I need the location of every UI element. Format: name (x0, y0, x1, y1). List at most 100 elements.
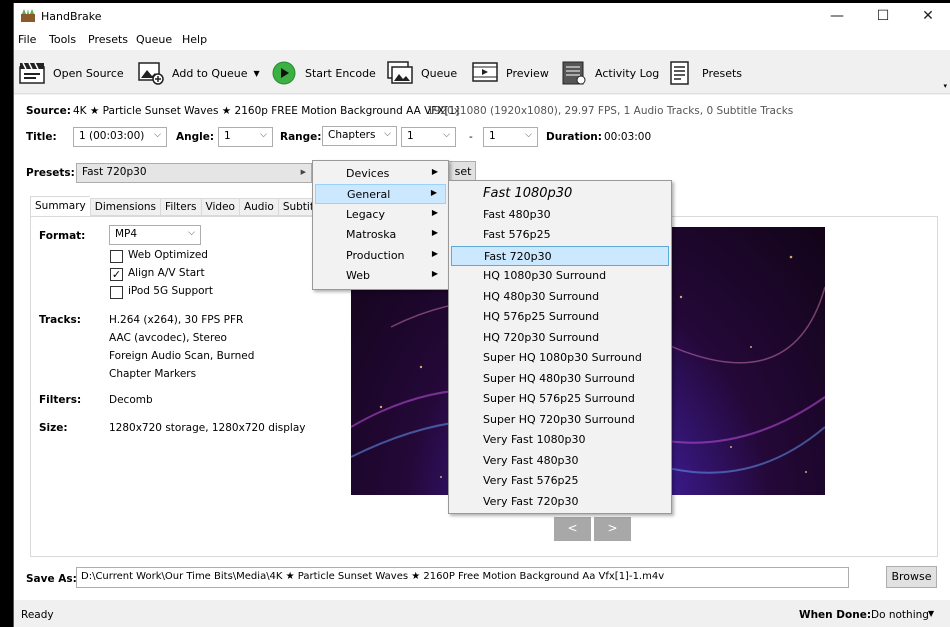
source-label: Source: (26, 105, 71, 117)
activity-log-icon (562, 61, 586, 85)
open-source-button[interactable]: Open Source (19, 60, 124, 86)
tab-filters[interactable]: Filters (160, 198, 201, 216)
menu-item-general-label: General (347, 188, 391, 201)
preview-label: Preview (506, 66, 549, 80)
tab-video[interactable]: Video (200, 198, 239, 216)
menu-bar: File Tools Presets Queue Help (14, 30, 950, 50)
tab-dimensions[interactable]: Dimensions (89, 198, 161, 216)
format-select[interactable]: MP4 ⌵ (109, 225, 201, 245)
chevron-down-icon[interactable]: ▼ (253, 69, 259, 78)
range-type-select[interactable]: Chapters ⌵ (322, 126, 397, 146)
menu-item-web[interactable]: Web ▶ (315, 266, 446, 286)
track-subtitle: Foreign Audio Scan, Burned (109, 350, 255, 362)
source-name: 4K ★ Particle Sunset Waves ★ 2160p FREE … (73, 105, 460, 117)
toolbar: Open Source Add to Queue ▼ Start Encode … (14, 52, 950, 94)
ipod-label: iPod 5G Support (128, 285, 213, 297)
menu-queue[interactable]: Queue (136, 33, 172, 46)
title-label: Title: (26, 131, 57, 143)
settings-tabs: Summary Dimensions Filters Video Audio S… (30, 196, 329, 216)
minimize-button[interactable]: — (814, 3, 860, 30)
preset-fast-720p30[interactable]: Fast 720p30 (451, 246, 669, 266)
tab-summary[interactable]: Summary (30, 196, 90, 216)
menu-item-matroska-label: Matroska (346, 228, 397, 241)
angle-select[interactable]: 1 ⌵ (218, 127, 273, 147)
filters-value: Decomb (109, 394, 153, 406)
preset-hq-480p30-surround[interactable]: HQ 480p30 Surround (451, 287, 669, 307)
chevron-down-icon: ⌵ (188, 228, 195, 238)
range-start-select[interactable]: 1 ⌵ (401, 127, 456, 147)
presets-select[interactable]: Fast 720p30 ▶ (76, 163, 312, 183)
maximize-button[interactable]: ☐ (860, 3, 906, 30)
menu-help[interactable]: Help (182, 33, 207, 46)
duration-label: Duration: (546, 131, 602, 143)
submenu-arrow-icon: ▶ (430, 188, 437, 197)
next-preview-button[interactable]: > (594, 517, 631, 541)
preset-category-menu: Devices ▶ General ▶ Legacy ▶ Matroska ▶ Prod… (312, 160, 449, 290)
handbrake-logo-icon (21, 9, 35, 22)
submenu-arrow-icon: ▶ (431, 228, 438, 237)
preset-very-fast-720p30[interactable]: Very Fast 720p30 (451, 492, 669, 512)
menu-item-web-label: Web (346, 269, 370, 282)
range-start-value: 1 (407, 130, 414, 142)
activity-log-label: Activity Log (595, 66, 660, 80)
chevron-down-icon: ⌵ (384, 129, 391, 139)
preset-fast-576p25[interactable]: Fast 576p25 (451, 225, 669, 245)
preset-super-hq-576p25-surround[interactable]: Super HQ 576p25 Surround (451, 389, 669, 409)
close-button[interactable]: ✕ (905, 3, 950, 30)
tab-audio[interactable]: Audio (238, 198, 278, 216)
preset-hq-720p30-surround[interactable]: HQ 720p30 Surround (451, 328, 669, 348)
preset-very-fast-480p30[interactable]: Very Fast 480p30 (451, 451, 669, 471)
chevron-down-icon: ⌵ (260, 130, 267, 140)
align-av-checkbox[interactable]: ✓ (110, 268, 123, 281)
save-as-path-input[interactable]: D:\Current Work\Our Time Bits\Media\4K ★… (76, 567, 849, 588)
menu-item-legacy[interactable]: Legacy ▶ (315, 205, 446, 225)
menu-item-matroska[interactable]: Matroska ▶ (315, 225, 446, 245)
when-done-select[interactable]: Do nothing (871, 609, 929, 621)
play-icon (272, 61, 296, 85)
browse-button[interactable]: Browse (886, 566, 937, 588)
menu-item-legacy-label: Legacy (346, 208, 385, 221)
menu-item-devices[interactable]: Devices ▶ (315, 164, 446, 184)
menu-item-general[interactable]: General ▶ (315, 184, 446, 204)
track-video: H.264 (x264), 30 FPS PFR (109, 314, 244, 326)
ipod-checkbox[interactable] (110, 286, 123, 299)
presets-button[interactable]: Presets (668, 60, 742, 86)
toolbar-overflow-icon[interactable]: ▾ (943, 82, 947, 90)
title-bar: HandBrake — ☐ ✕ (14, 3, 950, 30)
save-as-label: Save As: (26, 573, 77, 585)
window-title: HandBrake (41, 10, 102, 23)
range-end-select[interactable]: 1 ⌵ (483, 127, 538, 147)
chevron-down-icon[interactable]: ▼ (928, 609, 934, 618)
range-type-value: Chapters (328, 129, 376, 141)
menu-item-devices-label: Devices (346, 167, 390, 180)
title-select[interactable]: 1 (00:03:00) ⌵ (73, 127, 167, 147)
web-optimized-checkbox[interactable] (110, 250, 123, 263)
preset-super-hq-720p30-surround[interactable]: Super HQ 720p30 Surround (451, 410, 669, 430)
add-to-queue-button[interactable]: Add to Queue ▼ (138, 60, 260, 86)
menu-tools[interactable]: Tools (49, 33, 76, 46)
activity-log-button[interactable]: Activity Log (561, 60, 659, 86)
preset-fast-1080p30[interactable]: Fast 1080p30 (451, 184, 669, 204)
preview-button[interactable]: Preview (472, 60, 549, 86)
presets-label: Presets (702, 66, 743, 80)
align-av-label: Align A/V Start (128, 267, 205, 279)
preset-super-hq-1080p30-surround[interactable]: Super HQ 1080p30 Surround (451, 348, 669, 368)
submenu-arrow-icon: ▶ (431, 167, 438, 176)
preset-fast-480p30[interactable]: Fast 480p30 (451, 205, 669, 225)
film-clapper-icon (19, 62, 45, 84)
queue-button[interactable]: Queue (387, 60, 457, 86)
range-separator: - (469, 131, 473, 143)
track-chapters: Chapter Markers (109, 368, 197, 380)
status-bar: Ready When Done: Do nothing ▼ (14, 601, 950, 627)
preset-super-hq-480p30-surround[interactable]: Super HQ 480p30 Surround (451, 369, 669, 389)
menu-item-production[interactable]: Production ▶ (315, 246, 446, 266)
menu-presets[interactable]: Presets (88, 33, 128, 46)
preset-very-fast-1080p30[interactable]: Very Fast 1080p30 (451, 430, 669, 450)
presets-list-icon (670, 61, 689, 85)
menu-file[interactable]: File (18, 33, 36, 46)
previous-preview-button[interactable]: < (554, 517, 591, 541)
preset-hq-1080p30-surround[interactable]: HQ 1080p30 Surround (451, 266, 669, 286)
preset-hq-576p25-surround[interactable]: HQ 576p25 Surround (451, 307, 669, 327)
start-encode-button[interactable]: Start Encode (271, 60, 376, 86)
preset-very-fast-576p25[interactable]: Very Fast 576p25 (451, 471, 669, 491)
